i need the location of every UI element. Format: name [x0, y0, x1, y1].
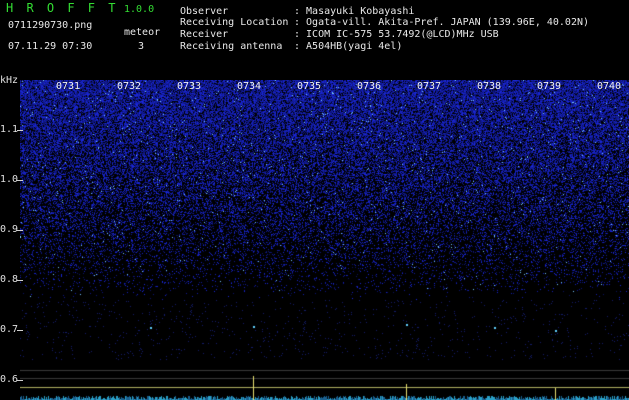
- antenna-value: : A504HB(yagi 4el): [294, 41, 403, 52]
- y-axis-unit: kHz: [0, 75, 19, 86]
- observer-label: Observer: [180, 6, 229, 17]
- y-tick-mark: [17, 130, 23, 131]
- y-tick-label: 0.7: [0, 324, 19, 335]
- y-tick-mark: [17, 280, 23, 281]
- y-tick-mark: [17, 380, 23, 381]
- minute-label: 0739: [537, 81, 562, 92]
- observer-value: : Masayuki Kobayashi: [294, 6, 415, 17]
- app-title: H R O F F T: [6, 1, 119, 15]
- file-name: 0711290730.png: [8, 20, 93, 31]
- app-version: 1.0.0: [124, 4, 155, 15]
- spectrogram-canvas: [20, 80, 629, 400]
- receiver-label: Receiver: [180, 29, 229, 40]
- minute-label: 0738: [477, 81, 502, 92]
- y-tick-mark: [17, 330, 23, 331]
- y-tick-label: 0.6: [0, 374, 19, 385]
- capture-datetime: 07.11.29 07:30: [8, 41, 93, 52]
- y-tick-label: 0.8: [0, 274, 19, 285]
- minute-label: 0734: [237, 81, 262, 92]
- y-tick-label: 1.1: [0, 124, 19, 135]
- minute-label: 0740: [597, 81, 622, 92]
- location-label: Receiving Location: [180, 17, 289, 28]
- y-tick-label: 0.9: [0, 224, 19, 235]
- meteor-count: 3: [138, 41, 145, 52]
- receiver-value: : ICOM IC-575 53.7492(@LCD)MHz USB: [294, 29, 499, 40]
- location-value: : Ogata-vill. Akita-Pref. JAPAN (139.96E…: [294, 17, 590, 28]
- meteor-label: meteor: [124, 27, 161, 38]
- minute-label: 0735: [297, 81, 322, 92]
- y-tick-label: 1.0: [0, 174, 19, 185]
- minute-label: 0737: [417, 81, 442, 92]
- minute-label: 0733: [177, 81, 202, 92]
- y-tick-mark: [17, 230, 23, 231]
- y-tick-mark: [17, 180, 23, 181]
- minute-label: 0732: [117, 81, 142, 92]
- antenna-label: Receiving antenna: [180, 41, 283, 52]
- minute-label: 0736: [357, 81, 382, 92]
- minute-label: 0731: [56, 81, 81, 92]
